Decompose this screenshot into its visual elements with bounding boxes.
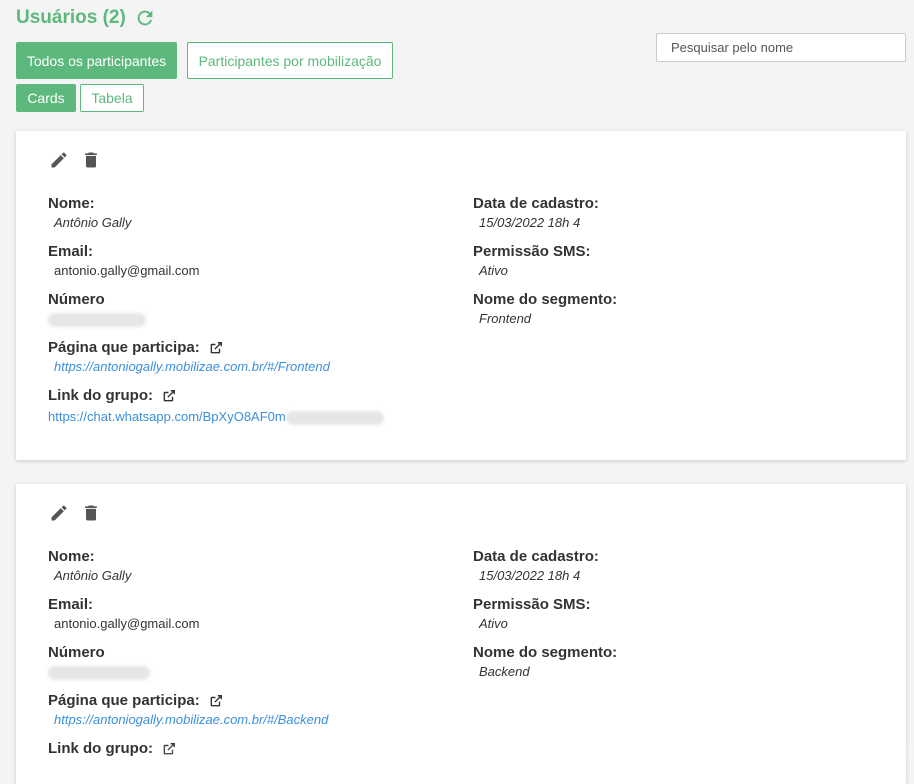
page-label: Página que participa:: [48, 339, 200, 356]
sms-field: Permissão SMS: Ativo: [473, 596, 591, 631]
number-label: Número: [48, 291, 105, 308]
created-label: Data de cadastro:: [473, 195, 599, 212]
sms-label: Permissão SMS:: [473, 243, 591, 260]
delete-icon[interactable]: [81, 150, 101, 170]
external-link-icon[interactable]: [209, 341, 223, 355]
refresh-icon[interactable]: [134, 7, 156, 29]
sms-value: Ativo: [479, 616, 508, 631]
segment-value: Frontend: [479, 311, 532, 326]
number-field: Número: [48, 291, 146, 329]
group-link[interactable]: https://chat.whatsapp.com/BpXyO8AF0m: [48, 409, 384, 425]
edit-icon[interactable]: [49, 150, 69, 170]
blurred-link-suffix: [285, 410, 384, 425]
name-field: Nome: Antônio Gally: [48, 548, 131, 583]
blurred-number: [48, 665, 150, 680]
sms-value: Ativo: [479, 263, 508, 278]
number-field: Número: [48, 644, 150, 682]
email-value: antonio.gally@gmail.com: [54, 616, 200, 631]
page-link[interactable]: https://antoniogally.mobilizae.com.br/#/…: [54, 712, 328, 727]
segment-field: Nome do segmento: Frontend: [473, 291, 617, 326]
email-field: Email: antonio.gally@gmail.com: [48, 596, 199, 631]
group-link-text[interactable]: https://chat.whatsapp.com/BpXyO8AF0m: [48, 409, 286, 424]
email-label: Email:: [48, 596, 94, 613]
header: Usuários (2): [16, 7, 156, 29]
name-label: Nome:: [48, 195, 95, 212]
delete-icon[interactable]: [81, 503, 101, 523]
page-link[interactable]: https://antoniogally.mobilizae.com.br/#/…: [54, 359, 330, 374]
segment-field: Nome do segmento: Backend: [473, 644, 617, 679]
cards-view-button[interactable]: Cards: [16, 84, 76, 112]
edit-icon[interactable]: [49, 503, 69, 523]
group-link-field: Link do grupo: https://chat.whatsapp.com…: [48, 387, 384, 425]
participant-card: Nome: Antônio Gally Email: antonio.gally…: [16, 131, 906, 460]
email-value: antonio.gally@gmail.com: [54, 263, 200, 278]
segment-label: Nome do segmento:: [473, 291, 618, 308]
all-participants-button[interactable]: Todos os participantes: [16, 42, 177, 79]
created-field: Data de cadastro: 15/03/2022 18h 4: [473, 548, 599, 583]
participants-by-mobilization-button[interactable]: Participantes por mobilização: [187, 42, 393, 79]
page-field: Página que participa: https://antoniogal…: [48, 339, 330, 374]
page-title: Usuários (2): [16, 7, 126, 28]
page-field: Página que participa: https://antoniogal…: [48, 692, 328, 727]
created-label: Data de cadastro:: [473, 548, 599, 565]
external-link-icon[interactable]: [162, 389, 176, 403]
external-link-icon[interactable]: [209, 694, 223, 708]
bottom-blur-overlay: [160, 731, 914, 771]
table-view-button[interactable]: Tabela: [80, 84, 144, 112]
sms-label: Permissão SMS:: [473, 596, 591, 613]
email-label: Email:: [48, 243, 94, 260]
number-label: Número: [48, 644, 105, 661]
name-field: Nome: Antônio Gally: [48, 195, 131, 230]
group-link-label: Link do grupo:: [48, 387, 153, 404]
created-value: 15/03/2022 18h 4: [479, 215, 581, 230]
name-value: Antônio Gally: [54, 568, 132, 583]
page-label: Página que participa:: [48, 692, 200, 709]
created-field: Data de cadastro: 15/03/2022 18h 4: [473, 195, 599, 230]
sms-field: Permissão SMS: Ativo: [473, 243, 591, 278]
segment-value: Backend: [479, 664, 530, 679]
segment-label: Nome do segmento:: [473, 644, 618, 661]
name-value: Antônio Gally: [54, 215, 132, 230]
blurred-number: [48, 312, 146, 327]
created-value: 15/03/2022 18h 4: [479, 568, 581, 583]
name-label: Nome:: [48, 548, 95, 565]
email-field: Email: antonio.gally@gmail.com: [48, 243, 199, 278]
group-link-field: Link do grupo:: [48, 740, 176, 757]
search-input[interactable]: [656, 33, 906, 62]
group-link-label: Link do grupo:: [48, 740, 153, 757]
